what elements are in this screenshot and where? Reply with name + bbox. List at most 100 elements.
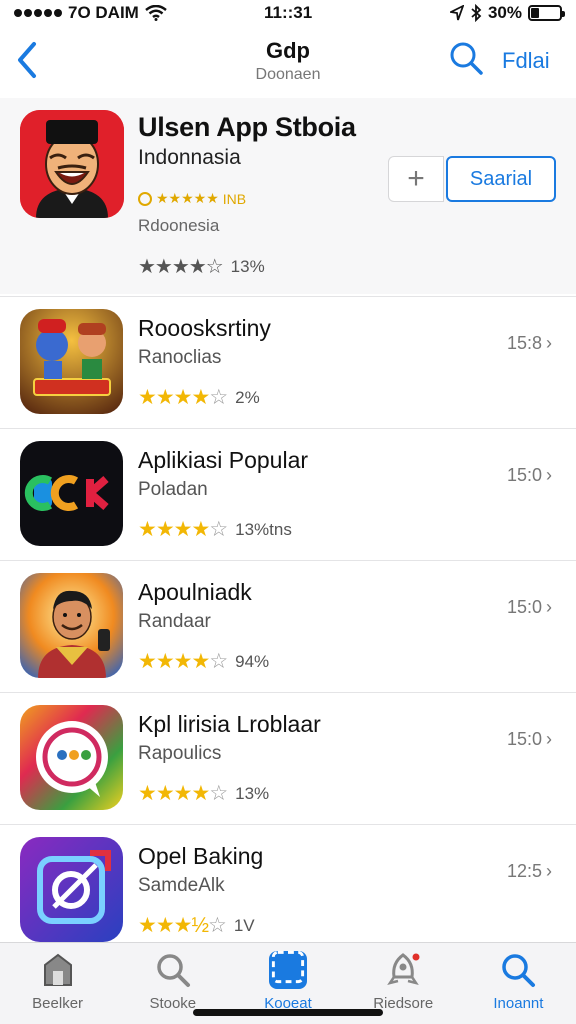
- app-subtitle: Rapoulics: [138, 743, 222, 764]
- app-rating: ★★★★☆ 2%: [138, 385, 260, 410]
- clock: 11::31: [264, 3, 313, 22]
- rating-count: 2%: [235, 387, 260, 407]
- wifi-icon: [145, 5, 167, 21]
- app-size-label: 15:0: [506, 729, 542, 749]
- badge-label: INB: [222, 190, 247, 207]
- app-size-label: 15:8: [506, 333, 542, 353]
- featured-action-group: + Saarial: [388, 156, 556, 202]
- list-item[interactable]: Opel Baking SamdeAlk ★★★½☆ 1V 12:5 ›: [0, 824, 576, 956]
- tab-inoannt[interactable]: Inoannt: [461, 943, 576, 1024]
- app-title: Apoulniadk: [138, 579, 252, 605]
- featured-app-title: Ulsen App Stboia: [138, 112, 356, 142]
- list-item[interactable]: Apoulniadk Randaar ★★★★☆ 94% 15:0 ›: [0, 560, 576, 692]
- app-title: Kpl lirisia Lroblaar: [138, 711, 321, 737]
- app-subtitle: SamdeAlk: [138, 875, 225, 896]
- app-size: 15:8 ›: [507, 333, 552, 354]
- app-rating: ★★★½☆ 1V: [138, 913, 255, 938]
- rating-stars-icon: ★★★★☆: [138, 650, 228, 673]
- nav-bar: Gdp Doonaen Fdlai: [0, 30, 576, 94]
- rocket-icon: [387, 953, 420, 985]
- app-subtitle: Randaar: [138, 611, 211, 632]
- app-rating: ★★★★☆ 13%: [138, 781, 269, 806]
- app-size: 15:0 ›: [507, 465, 552, 486]
- chevron-right-icon: ›: [546, 861, 552, 881]
- battery-percent: 30%: [487, 3, 522, 22]
- battery-fill: [531, 8, 540, 18]
- rating-count: 94%: [235, 651, 270, 671]
- rating-count: 1V: [233, 915, 255, 935]
- app-subtitle: Ranoclias: [138, 347, 222, 368]
- apps-icon: [269, 950, 307, 989]
- app-icon-camera[interactable]: [20, 837, 123, 942]
- rating-stars-icon: ★★★★☆: [138, 256, 224, 278]
- app-icon-character[interactable]: [20, 573, 123, 678]
- game-characters-icon: [20, 309, 123, 414]
- featured-badge: ★★★★★ INB: [138, 190, 246, 207]
- app-title: Opel Baking: [138, 843, 264, 869]
- location-icon: [449, 5, 464, 21]
- chat-bubble-icon: [20, 705, 123, 810]
- chevron-right-icon: ›: [546, 597, 552, 617]
- app-list: Rooosksrtiny Ranoclias ★★★★☆ 2% 15:8 › A…: [0, 296, 576, 956]
- rating-stars-icon: ★★★★☆: [138, 518, 228, 541]
- featured-rating: ★★★★☆ 13%: [138, 254, 265, 279]
- page-title: Gdp: [266, 38, 310, 63]
- featured-app-card[interactable]: Ulsen App Stboia Indonnasia ★★★★★ INB Rd…: [0, 98, 576, 294]
- home-indicator[interactable]: [193, 1009, 383, 1016]
- app-size-label: 15:0: [506, 597, 542, 617]
- award-icon: [138, 191, 152, 206]
- carrier-label: 7O DAIM: [68, 3, 139, 22]
- install-button[interactable]: Saarial: [446, 156, 556, 202]
- app-size: 15:0 ›: [507, 597, 552, 618]
- battery-icon: [528, 5, 565, 21]
- bluetooth-icon: [471, 4, 482, 22]
- rating-count: 13%: [235, 783, 270, 803]
- app-size: 15:0 ›: [507, 729, 552, 750]
- tab-label: Inoannt: [493, 995, 544, 1012]
- rating-stars-icon: ★★★½☆: [138, 914, 227, 937]
- status-left: 7O DAIM: [14, 3, 167, 23]
- tab-label: Stooke: [149, 995, 197, 1012]
- app-rating: ★★★★☆ 94%: [138, 649, 269, 674]
- chevron-right-icon: ›: [546, 729, 552, 749]
- tab-beelker[interactable]: Beelker: [0, 943, 115, 1024]
- search-icon: [502, 954, 536, 987]
- search-icon: [157, 954, 190, 987]
- app-title: Rooosksrtiny: [138, 315, 271, 341]
- colorful-letters-icon: [20, 441, 123, 546]
- list-item[interactable]: Kpl lirisia Lroblaar Rapoulics ★★★★☆ 13%…: [0, 692, 576, 824]
- tab-label: Beelker: [32, 995, 84, 1012]
- app-title: Aplikiasi Popular: [138, 447, 309, 473]
- rating-count: 13%tns: [235, 519, 292, 539]
- status-right: 30%: [449, 3, 565, 23]
- rating-stars-icon: ★★★★☆: [138, 386, 228, 409]
- badge-stars-icon: ★★★★★: [156, 190, 219, 206]
- add-button[interactable]: +: [388, 156, 444, 202]
- rating-count: 13%: [230, 256, 265, 276]
- page-subtitle: Doonaen: [255, 66, 321, 83]
- camera-lens-icon: [20, 837, 123, 942]
- featured-app-subtitle: Indonnasia: [138, 146, 241, 169]
- app-size: 12:5 ›: [507, 861, 552, 882]
- app-icon-logo[interactable]: [20, 441, 123, 546]
- app-size-label: 15:0: [506, 465, 542, 485]
- list-item[interactable]: Aplikiasi Popular Poladan ★★★★☆ 13%tns 1…: [0, 428, 576, 560]
- nav-action-link[interactable]: Fdlai: [502, 48, 550, 74]
- smiling-man-icon: [20, 573, 123, 678]
- featured-app-icon[interactable]: [20, 110, 124, 218]
- status-bar: 7O DAIM 11::31 30%: [0, 0, 576, 26]
- home-icon: [43, 953, 72, 986]
- chevron-right-icon: ›: [546, 465, 552, 485]
- list-item[interactable]: Rooosksrtiny Ranoclias ★★★★☆ 2% 15:8 ›: [0, 296, 576, 428]
- search-icon[interactable]: [448, 40, 484, 76]
- app-icon-chat[interactable]: [20, 705, 123, 810]
- app-rating: ★★★★☆ 13%tns: [138, 517, 292, 542]
- chevron-right-icon: ›: [546, 333, 552, 353]
- rating-stars-icon: ★★★★☆: [138, 782, 228, 805]
- app-icon-game[interactable]: [20, 309, 123, 414]
- app-subtitle: Poladan: [138, 479, 208, 500]
- signal-dots-icon: [14, 9, 62, 17]
- app-size-label: 12:5: [506, 861, 542, 881]
- cartoon-face-icon: [20, 110, 124, 218]
- featured-app-meta: Rdoonesia: [138, 216, 220, 235]
